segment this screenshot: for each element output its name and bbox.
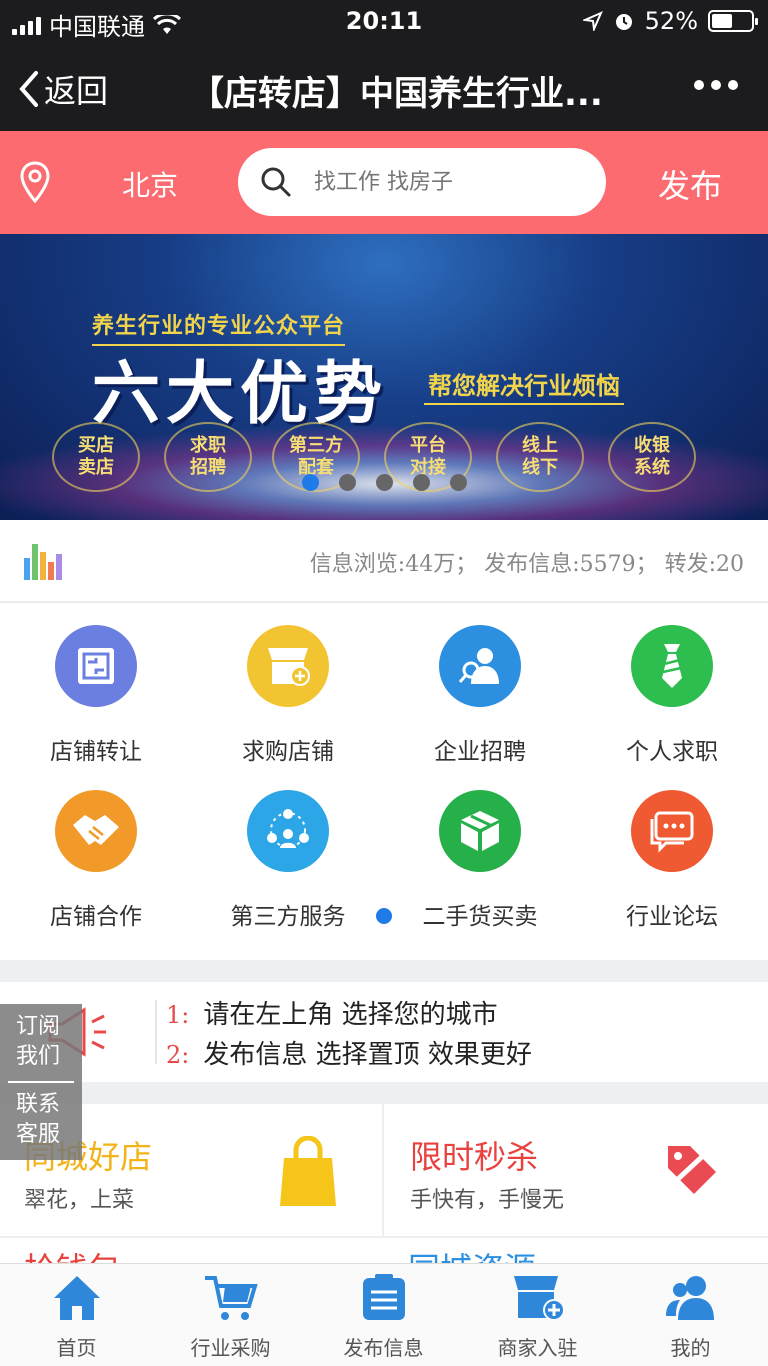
carousel-dot[interactable] [376, 474, 393, 491]
grid-item-shop-transfer[interactable]: 店铺转让 [0, 605, 192, 770]
stats-text: 信息浏览:44万； 发布信息:5579； 转发:20 [309, 552, 744, 577]
more-button[interactable] [694, 80, 738, 90]
home-icon [53, 1276, 100, 1320]
page-title: 【店转店】中国养生行业... [190, 74, 603, 114]
carousel-dot[interactable] [302, 474, 319, 491]
promo-banner[interactable]: 养生行业的专业公众平台 六大优势 帮您解决行业烦恼 买店 卖店 求职 招聘 第三… [0, 234, 768, 520]
grid-item-label: 求购店铺 [242, 739, 334, 765]
promo-flash-sale[interactable]: 限时秒杀 手快有，手慢无 [386, 1104, 768, 1236]
grid-item-recruit[interactable]: 企业招聘 [384, 605, 576, 770]
search-box[interactable] [238, 148, 606, 216]
notice-line: 1: 请在左上角 选择您的城市 [166, 1000, 498, 1030]
tab-label: 首页 [56, 1336, 97, 1360]
city-selector[interactable]: 北京 [122, 164, 178, 204]
tab-mine[interactable]: 我的 [614, 1264, 767, 1366]
promo-title: 限时秒杀 [410, 1138, 539, 1176]
tab-home[interactable]: 首页 [0, 1264, 153, 1366]
tie-icon [631, 625, 713, 707]
search-input[interactable] [314, 169, 584, 195]
tab-bar: 首页 行业采购 发布信息 商家入驻 我的 [0, 1263, 768, 1366]
user-icon [665, 1276, 714, 1320]
banner-feature: 收银 系统 [608, 422, 696, 492]
stats-row: 信息浏览:44万； 发布信息:5579； 转发:20 [0, 520, 768, 603]
tab-purchase[interactable]: 行业采购 [154, 1264, 307, 1366]
banner-feature: 买店 卖店 [52, 422, 140, 492]
notice-panel: 1: 请在左上角 选择您的城市 2: 发布信息 选择置顶 效果更好 [0, 982, 768, 1082]
banner-feature: 线上 线下 [496, 422, 584, 492]
subscribe-button[interactable]: 订阅 我们 [16, 1012, 60, 1072]
grid-item-label: 企业招聘 [434, 739, 526, 765]
tab-label: 发布信息 [343, 1336, 424, 1360]
search-icon [261, 167, 291, 197]
grid-item-label: 店铺合作 [50, 904, 142, 930]
grid-item-shop-cooperation[interactable]: 店铺合作 [0, 770, 192, 935]
search-bar: 北京 发布 [0, 131, 768, 234]
grid-item-secondhand[interactable]: 二手货买卖 [384, 770, 576, 935]
grid-item-forum[interactable]: 行业论坛 [576, 770, 768, 935]
box-icon [439, 790, 521, 872]
cart-icon [204, 1276, 258, 1320]
publish-button[interactable]: 发布 [658, 161, 722, 207]
grid-item-label: 行业论坛 [626, 904, 718, 930]
grid-item-label: 二手货买卖 [422, 904, 538, 930]
location-arrow-icon [582, 11, 603, 31]
notice-divider [155, 1000, 157, 1064]
floating-side-panel: 订阅 我们 联系 客服 [0, 1004, 82, 1160]
grid-item-job-seek[interactable]: 个人求职 [576, 605, 768, 770]
page-indicator-dot [376, 908, 392, 924]
banner-title: 六大优势 [92, 355, 389, 434]
bar-chart-icon [24, 544, 62, 580]
store-icon [513, 1276, 565, 1321]
tab-label: 我的 [670, 1336, 711, 1360]
battery-level [712, 14, 732, 28]
tab-label: 行业采购 [190, 1336, 271, 1360]
side-divider [8, 1081, 74, 1083]
promo-subtitle: 翠花，上菜 [24, 1188, 135, 1213]
battery-icon [708, 10, 758, 32]
nav-bar: 返回 【店转店】中国养生行业... [0, 44, 768, 131]
list-icon [362, 1274, 405, 1320]
shop-add-icon [247, 625, 329, 707]
screen: 中国联通 20:11 52% 返回 【店转店】中国养生行业... 北京 找工作 … [0, 0, 768, 1366]
price-tag-icon [662, 1138, 722, 1194]
grid-item-label: 个人求职 [626, 739, 718, 765]
chevron-left-icon [19, 71, 38, 107]
status-bar: 中国联通 20:11 52% [0, 0, 768, 44]
promo-row-partial: 拾钱包 同城资源 [0, 1236, 768, 1266]
alarm-icon [615, 14, 632, 30]
location-pin-icon[interactable] [20, 161, 50, 203]
people-network-icon [247, 790, 329, 872]
carousel-dot[interactable] [450, 474, 467, 491]
chat-icon [631, 790, 713, 872]
recruit-icon [439, 625, 521, 707]
contact-service-button[interactable]: 联系 客服 [16, 1090, 60, 1150]
banner-feature: 求职 招聘 [164, 422, 252, 492]
transfer-icon [55, 625, 137, 707]
carousel-dots[interactable] [302, 474, 467, 491]
grid-item-third-party[interactable]: 第三方服务 [192, 770, 384, 935]
tab-label: 商家入驻 [497, 1336, 578, 1360]
shopping-bag-icon [280, 1136, 336, 1206]
section-divider [0, 1082, 768, 1104]
grid-item-buy-shop[interactable]: 求购店铺 [192, 605, 384, 770]
banner-tagline: 帮您解决行业烦恼 [424, 364, 624, 405]
handshake-icon [55, 790, 137, 872]
grid-item-label: 第三方服务 [230, 904, 346, 930]
promo-subtitle: 手快有，手慢无 [410, 1188, 565, 1213]
notice-line: 2: 发布信息 选择置顶 效果更好 [166, 1040, 532, 1070]
tab-merchant-join[interactable]: 商家入驻 [461, 1264, 614, 1366]
tab-publish-info[interactable]: 发布信息 [307, 1264, 460, 1366]
grid-item-label: 店铺转让 [50, 739, 142, 765]
carousel-dot[interactable] [339, 474, 356, 491]
carousel-dot[interactable] [413, 474, 430, 491]
back-button[interactable]: 返回 [18, 66, 108, 112]
battery-percent: 52% [644, 7, 698, 35]
section-divider [0, 960, 768, 982]
back-label: 返回 [44, 72, 109, 110]
category-grid: 店铺转让 求购店铺 企业招聘 个人求职 店铺合作 第三方服务 二手货买卖 行业论… [0, 605, 768, 960]
